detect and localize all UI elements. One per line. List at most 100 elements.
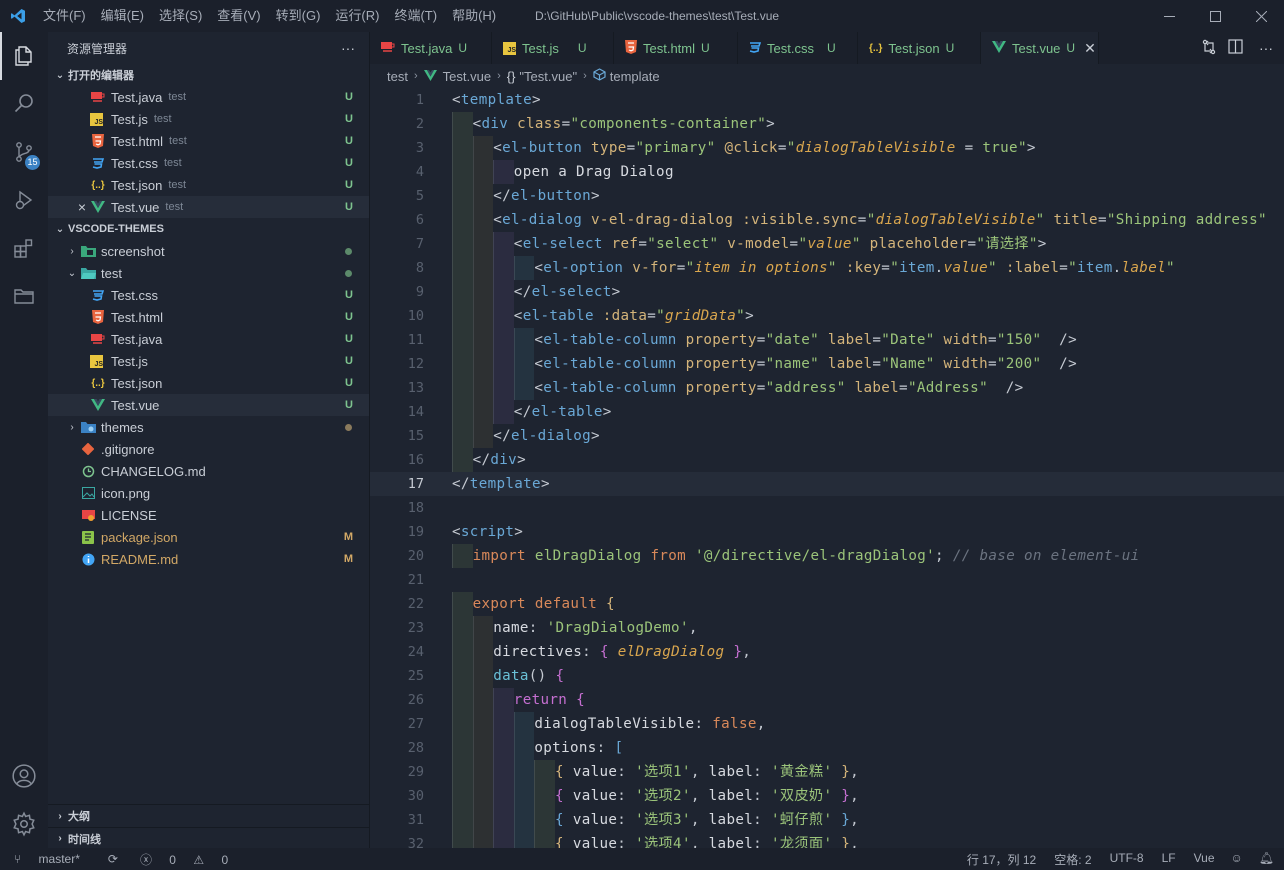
open-editor-item[interactable]: JS Test.js test U — [48, 108, 369, 130]
menu-selection[interactable]: 选择(S) — [152, 0, 210, 32]
code-line[interactable]: 8 <el-option v-for="item in options" :key… — [370, 256, 1284, 280]
menu-view[interactable]: 查看(V) — [210, 0, 268, 32]
account-icon[interactable] — [0, 752, 48, 800]
tree-file-active[interactable]: Test.vue U — [48, 394, 369, 416]
encoding[interactable]: UTF-8 — [1110, 851, 1144, 868]
open-editor-item[interactable]: Test.java test U — [48, 86, 369, 108]
code-line[interactable]: 9 </el-select> — [370, 280, 1284, 304]
code-line[interactable]: 24 directives: { elDragDialog }, — [370, 640, 1284, 664]
timeline-section[interactable]: › 时间线 — [48, 827, 370, 849]
minimize-icon[interactable] — [1146, 0, 1192, 32]
settings-gear-icon[interactable] — [0, 800, 48, 848]
more-actions-icon[interactable]: ··· — [341, 40, 355, 56]
code-line[interactable]: 21 — [370, 568, 1284, 592]
workspace-section[interactable]: ⌄ VSCODE-THEMES — [48, 218, 369, 240]
menu-terminal[interactable]: 终端(T) — [387, 0, 445, 32]
code-line[interactable]: 20 import elDragDialog from '@/directive/… — [370, 544, 1284, 568]
open-editor-item-active[interactable]: × Test.vue test U — [48, 196, 369, 218]
maximize-icon[interactable] — [1192, 0, 1238, 32]
tree-folder[interactable]: › themes — [48, 416, 369, 438]
tree-file[interactable]: CHANGELOG.md — [48, 460, 369, 482]
open-editors-section[interactable]: ⌄ 打开的编辑器 — [48, 64, 369, 86]
split-editor-icon[interactable] — [1222, 39, 1248, 57]
open-editor-item[interactable]: Test.html test U — [48, 130, 369, 152]
branch-item[interactable]: ⑂ master* — [14, 852, 94, 866]
menu-run[interactable]: 运行(R) — [328, 0, 387, 32]
code-line[interactable]: 12 <el-table-column property="name" label… — [370, 352, 1284, 376]
end-of-line[interactable]: LF — [1162, 851, 1176, 868]
code-line[interactable]: 31 { value: '选项3', label: '蚵仔煎' }, — [370, 808, 1284, 832]
menu-go[interactable]: 转到(G) — [269, 0, 329, 32]
code-line[interactable]: 10 <el-table :data="gridData"> — [370, 304, 1284, 328]
code-line[interactable]: 29 { value: '选项1', label: '黄金糕' }, — [370, 760, 1284, 784]
code-line[interactable]: 22 export default { — [370, 592, 1284, 616]
run-debug-icon[interactable] — [0, 176, 48, 224]
code-line[interactable]: 18 — [370, 496, 1284, 520]
indentation[interactable]: 空格: 2 — [1054, 851, 1091, 868]
menu-file[interactable]: 文件(F) — [36, 0, 94, 32]
code-line[interactable]: 23 name: 'DragDialogDemo', — [370, 616, 1284, 640]
code-line[interactable]: 4 open a Drag Dialog — [370, 160, 1284, 184]
code-line[interactable]: 7 <el-select ref="select" v-model="value"… — [370, 232, 1284, 256]
tree-file[interactable]: {..} Test.json U — [48, 372, 369, 394]
outline-section[interactable]: › 大纲 — [48, 805, 370, 827]
tab-test-json[interactable]: {..} Test.json U — [858, 32, 981, 64]
source-control-icon[interactable]: 15 — [0, 128, 48, 176]
tree-file[interactable]: Test.java U — [48, 328, 369, 350]
feedback-icon[interactable]: ☺ — [1231, 851, 1243, 868]
search-icon[interactable] — [0, 80, 48, 128]
tab-test-vue[interactable]: Test.vue U ✕ — [981, 32, 1099, 64]
code-line[interactable]: 14 </el-table> — [370, 400, 1284, 424]
tree-file[interactable]: .gitignore — [48, 438, 369, 460]
extensions-icon[interactable] — [0, 224, 48, 272]
code-line[interactable]: 28 options: [ — [370, 736, 1284, 760]
code-line[interactable]: 6 <el-dialog v-el-drag-dialog :visible.sy… — [370, 208, 1284, 232]
code-editor[interactable]: 1 <template> 2 <div class="components-conta… — [370, 88, 1284, 848]
compare-changes-icon[interactable] — [1196, 39, 1222, 58]
breadcrumb-scope[interactable]: "Test.vue" — [519, 69, 577, 84]
code-line[interactable]: 2 <div class="components-container"> — [370, 112, 1284, 136]
code-line[interactable]: 27 dialogTableVisible: false, — [370, 712, 1284, 736]
tree-file[interactable]: JS Test.js U — [48, 350, 369, 372]
tab-test-html[interactable]: Test.html U — [614, 32, 738, 64]
code-line[interactable]: 3 <el-button type="primary" @click="dialo… — [370, 136, 1284, 160]
breadcrumb-symbol[interactable]: template — [610, 69, 660, 84]
tree-file[interactable]: README.md M — [48, 548, 369, 570]
code-line[interactable]: 25 data() { — [370, 664, 1284, 688]
tree-file[interactable]: icon.png — [48, 482, 369, 504]
tree-file[interactable]: package.json M — [48, 526, 369, 548]
code-line[interactable]: 17 </template> — [370, 472, 1284, 496]
close-window-icon[interactable] — [1238, 0, 1284, 32]
code-line[interactable]: 19 <script> — [370, 520, 1284, 544]
code-line[interactable]: 16 </div> — [370, 448, 1284, 472]
code-line[interactable]: 26 return { — [370, 688, 1284, 712]
folder-manager-icon[interactable] — [0, 272, 48, 320]
open-editor-item[interactable]: Test.css test U — [48, 152, 369, 174]
tree-file[interactable]: Test.css U — [48, 284, 369, 306]
tab-test-css[interactable]: Test.css U — [738, 32, 858, 64]
explorer-icon[interactable] — [0, 32, 48, 80]
breadcrumb-folder[interactable]: test — [387, 69, 408, 84]
breadcrumb-file[interactable]: Test.vue — [443, 69, 491, 84]
code-line[interactable]: 30 { value: '选项2', label: '双皮奶' }, — [370, 784, 1284, 808]
menu-help[interactable]: 帮助(H) — [445, 0, 504, 32]
code-line[interactable]: 1 <template> — [370, 88, 1284, 112]
more-actions-icon[interactable]: ··· — [1248, 40, 1284, 56]
tab-test-java[interactable]: Test.java U — [370, 32, 492, 64]
notifications-bell-icon[interactable]: 🔔︎ — [1259, 851, 1274, 868]
code-line[interactable]: 11 <el-table-column property="date" label… — [370, 328, 1284, 352]
close-icon[interactable]: ✕ — [1084, 40, 1096, 57]
problems-item[interactable]: ⓧ 0 ⚠ 0 — [140, 851, 242, 868]
sync-icon[interactable]: ⟳ — [108, 852, 118, 866]
tree-file[interactable]: LICENSE — [48, 504, 369, 526]
code-line[interactable]: 32 { value: '选项4', label: '龙须面' }, — [370, 832, 1284, 848]
close-icon[interactable]: × — [74, 199, 90, 215]
tree-folder-open[interactable]: ⌄ test — [48, 262, 369, 284]
code-line[interactable]: 5 </el-button> — [370, 184, 1284, 208]
tree-folder[interactable]: › screenshot — [48, 240, 369, 262]
tab-test-js[interactable]: JS Test.js U — [492, 32, 614, 64]
open-editor-item[interactable]: {..} Test.json test U — [48, 174, 369, 196]
code-line[interactable]: 15 </el-dialog> — [370, 424, 1284, 448]
tree-file[interactable]: Test.html U — [48, 306, 369, 328]
menu-edit[interactable]: 编辑(E) — [94, 0, 152, 32]
